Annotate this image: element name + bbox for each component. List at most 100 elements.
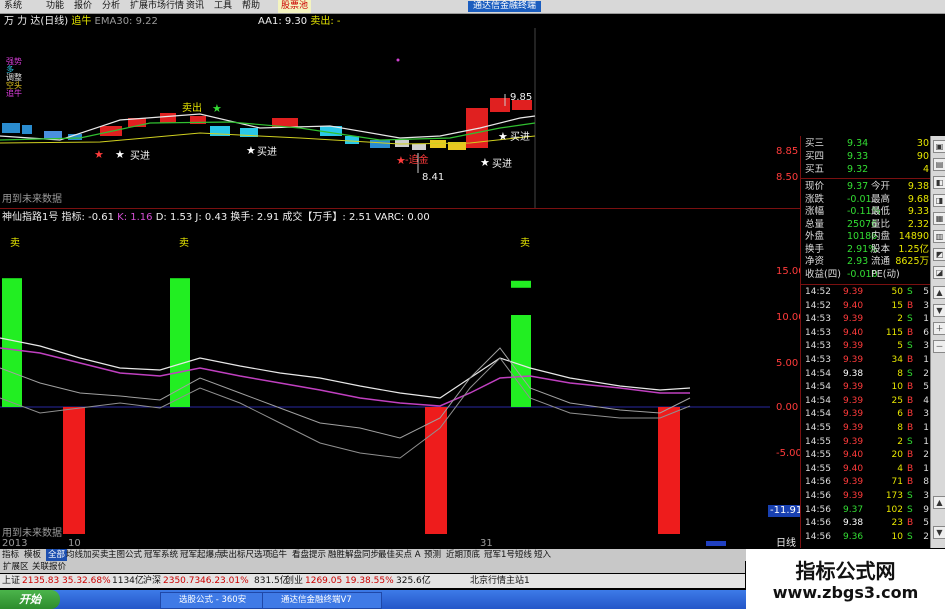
stock-pool-button[interactable]: 股票池 — [278, 0, 312, 13]
sell-mark: 卖 — [179, 238, 189, 249]
toolbar-icon[interactable]: ◩ — [933, 248, 945, 261]
tick-volume: 71 — [891, 477, 903, 488]
tick-time: 14:54 — [805, 368, 831, 379]
kline-candle — [490, 98, 510, 112]
bottom-tab[interactable]: 最佳买点 A — [378, 549, 421, 561]
bottom-tab[interactable]: 指标 — [2, 549, 19, 561]
stat-value-2: 2.32 — [907, 218, 929, 230]
server-name[interactable]: 北京行情主站1 — [470, 575, 530, 587]
tick-time: 14:54 — [805, 395, 831, 406]
bottom-tab[interactable]: 模板 — [24, 549, 41, 561]
ask-volume: 90 — [916, 151, 929, 162]
menu-item-tools[interactable]: 工具 — [214, 0, 232, 13]
ask-row[interactable]: 买四 9.33 90 — [803, 151, 931, 163]
tick-volume: 115 — [885, 327, 903, 338]
kline-candle — [2, 123, 20, 133]
taskbar-button-tdx[interactable]: 通达信金融终端V7 — [262, 592, 382, 609]
tick-side: B — [907, 355, 914, 365]
stat-value-2: 9.38 — [907, 181, 929, 192]
bottom-tab[interactable]: 均线加买卖 — [66, 549, 109, 561]
bottom-tab[interactable]: 主图公式 — [108, 549, 142, 561]
scroll-down-icon[interactable]: ▼ — [933, 526, 945, 539]
tick-volume: 8 — [897, 423, 903, 433]
bottom-tab[interactable]: 冠军1号短线 — [484, 549, 532, 561]
menu-item-help[interactable]: 帮助 — [242, 0, 260, 13]
menu-item-quote[interactable]: 报价 — [74, 0, 92, 13]
tick-row: 14:53 9.40 115 B 6 — [803, 328, 931, 339]
buy-signal-label-2: 买进 — [257, 147, 277, 158]
bottom-tab[interactable]: 看盘提示 — [292, 549, 326, 561]
tick-row: 14:52 9.40 15 B 3 — [803, 301, 931, 312]
bottom-tab[interactable]: 追牛 — [270, 549, 287, 561]
quote-panel: 买三 9.34 30 买四 9.33 90 买五 9.32 4 现价 9.37 今开 9.38 涨跌 -0… — [800, 136, 931, 548]
stat-label-2: PE(动) — [871, 268, 900, 280]
tick-row: 14:54 9.38 8 S 2 — [803, 369, 931, 380]
star-icon: ★ — [246, 144, 256, 157]
scroll-indicator[interactable] — [706, 541, 726, 546]
scroll-up-icon[interactable]: ▲ — [933, 286, 945, 299]
tick-side: S — [907, 436, 913, 447]
toolbar-icon[interactable]: ◪ — [933, 266, 945, 279]
star-icon: ★ — [498, 130, 508, 143]
zx-label: 创业 — [285, 576, 304, 586]
tick-count: 5 — [923, 382, 929, 393]
right-toolbar: ▣ ▤ ◧ ◨ ▦ ▥ ◩ ◪ ▲ ▼ ＋ － ▲ ▼ — [930, 136, 945, 548]
stat-label: 涨跌 — [805, 193, 825, 205]
tick-volume: 23 — [891, 518, 903, 529]
taskbar-button-formula[interactable]: 选股公式 - 360安 — [160, 592, 272, 609]
kline-chart[interactable]: ★ ★ ★ ★ ★ ★ ★ — [0, 28, 800, 208]
menu-bar: 系统 功能 报价 分析 扩展市场行情 资讯 工具 帮助 股票池 通达信金融终端 — [0, 0, 945, 14]
tick-row: 14:53 9.39 5 S 3 — [803, 341, 931, 352]
menu-item-function[interactable]: 功能 — [46, 0, 64, 13]
ask-price: 9.33 — [847, 151, 869, 162]
tab-related-quote[interactable]: 关联报价 — [32, 561, 66, 573]
menu-item-analysis[interactable]: 分析 — [102, 0, 120, 13]
scroll-up-icon[interactable]: ▲ — [933, 496, 945, 509]
tick-side: S — [907, 341, 913, 352]
bottom-tab[interactable]: 短入 — [534, 549, 551, 561]
zoom-in-icon[interactable]: ＋ — [933, 322, 945, 335]
bottom-tab[interactable]: 融胜解盘同步 — [328, 549, 379, 561]
menu-item-ext-market[interactable]: 扩展市场行情 — [130, 0, 184, 13]
tick-volume: 10 — [891, 382, 903, 393]
menu-item-info[interactable]: 资讯 — [186, 0, 204, 13]
bottom-tab[interactable]: 近期顶底 — [446, 549, 480, 561]
tab-ext-area[interactable]: 扩展区 — [3, 561, 29, 573]
tick-price: 9.39 — [843, 341, 864, 352]
ask-row[interactable]: 买三 9.34 30 — [803, 138, 931, 150]
bottom-tab[interactable]: 预测 — [424, 549, 441, 561]
toolbar-icon[interactable]: ▤ — [933, 158, 945, 171]
menu-item-system[interactable]: 系统 — [4, 0, 22, 13]
scroll-down-icon[interactable]: ▼ — [933, 304, 945, 317]
bottom-tab[interactable]: 冠军起爆点 — [180, 549, 223, 561]
toolbar-icon[interactable]: ▥ — [933, 230, 945, 243]
indicator-varc: VARC: 0.00 — [374, 212, 430, 223]
indicator-bar-negative — [425, 407, 447, 534]
tick-volume: 6 — [897, 409, 903, 420]
ask-row[interactable]: 买五 9.32 4 — [803, 164, 931, 176]
stat-label-2: 最低 — [871, 206, 891, 217]
start-button[interactable]: 开始 — [0, 590, 60, 609]
tick-count: 2 — [923, 531, 929, 542]
toolbar-icon[interactable]: ◧ — [933, 176, 945, 189]
watermark-title: 指标公式网 — [795, 559, 896, 583]
indicator-line-gray-2 — [0, 357, 691, 459]
indicator-bar-positive — [170, 278, 190, 407]
bottom-tab[interactable]: 卖出标尺选项 — [220, 549, 271, 561]
toolbar-icon[interactable]: ◨ — [933, 194, 945, 207]
stat-value-2: 8625万 — [895, 256, 929, 267]
sz-value: 2350.73 — [163, 576, 201, 586]
sz-label: 沪深 — [143, 576, 162, 586]
stat-label-2: 量比 — [871, 218, 891, 230]
tick-count: 5 — [923, 287, 929, 297]
stat-label: 现价 — [805, 181, 825, 192]
toolbar-icon[interactable]: ▦ — [933, 212, 945, 225]
bottom-tab[interactable]: 冠军系统 — [144, 549, 178, 561]
tick-price: 9.37 — [843, 504, 864, 515]
star-icon: ★ — [480, 156, 490, 169]
toolbar-icon[interactable]: ▣ — [933, 140, 945, 153]
zoom-out-icon[interactable]: － — [933, 340, 945, 353]
indicator-chart[interactable] — [0, 228, 800, 546]
indicator-y-tick: 0.00 — [776, 402, 799, 413]
bottom-tab[interactable]: 全部 — [46, 549, 68, 561]
